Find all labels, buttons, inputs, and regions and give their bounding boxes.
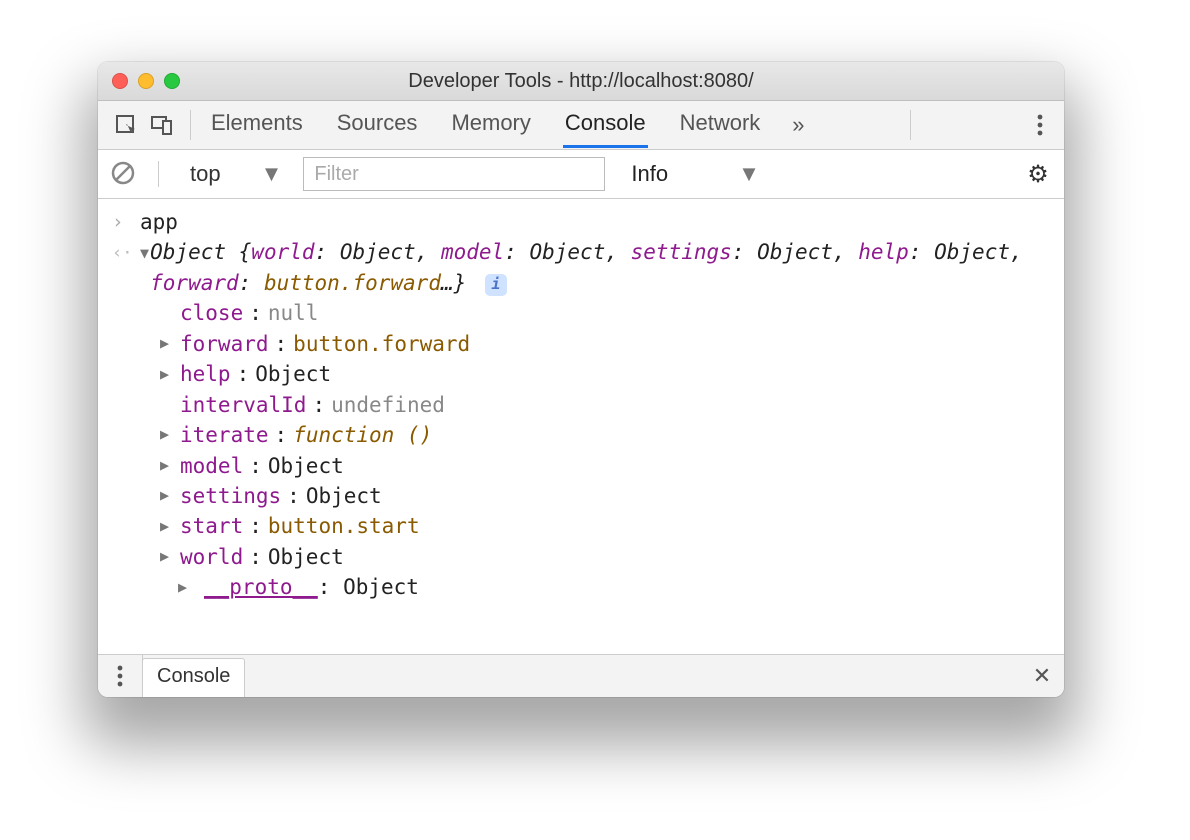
tab-elements[interactable]: Elements [209,102,305,148]
object-property-row[interactable]: intervalId: undefined [160,390,1050,420]
devtools-window: Developer Tools - http://localhost:8080/… [98,62,1064,697]
info-badge-icon[interactable]: i [485,274,507,296]
window-title: Developer Tools - http://localhost:8080/ [98,70,1064,93]
separator [910,110,911,140]
property-key: close [180,298,243,328]
expand-icon[interactable]: ▶ [160,485,174,507]
property-key: iterate [180,420,269,450]
property-value: Object [268,451,344,481]
expand-icon[interactable]: ▶ [160,455,174,477]
property-value: button.start [268,511,420,541]
proto-value: Object [343,575,419,599]
object-summary[interactable]: Object {world: Object, model: Object, se… [150,237,1050,298]
tab-network[interactable]: Network [678,102,763,148]
clear-console-icon[interactable] [110,160,138,188]
object-property-row[interactable]: ▶help: Object [160,359,1050,389]
separator [190,110,191,140]
log-level-selector[interactable]: Info ▼ [631,161,759,187]
tab-memory[interactable]: Memory [449,102,532,148]
filter-input[interactable] [303,157,605,191]
console-toolbar: top ▼ Info ▼ ⚙ [98,150,1064,199]
property-key: world [180,542,243,572]
log-level-label: Info [631,161,668,187]
object-properties: close: null▶forward: button.forward▶help… [112,298,1050,572]
property-key: start [180,511,243,541]
expand-icon[interactable]: ▶ [160,364,174,386]
property-key: help [180,359,231,389]
minimize-window-button[interactable] [138,73,154,89]
tab-sources[interactable]: Sources [335,102,420,148]
object-property-row[interactable]: ▶start: button.start [160,511,1050,541]
prompt-icon: › [112,207,140,237]
property-key: settings [180,481,281,511]
device-toolbar-icon[interactable] [144,107,180,143]
dropdown-icon: ▼ [738,161,760,187]
settings-kebab-icon[interactable] [1026,111,1054,139]
object-property-row[interactable]: ▶world: Object [160,542,1050,572]
drawer-kebab-icon[interactable] [98,655,143,697]
object-proto-row[interactable]: ▶ __proto__: Object [112,572,1050,602]
expand-icon[interactable]: ▶ [160,546,174,568]
zoom-window-button[interactable] [164,73,180,89]
console-output: › app ‹· ▼ Object {world: Object, model:… [98,199,1064,654]
property-value: null [268,298,319,328]
dropdown-icon: ▼ [261,161,283,187]
console-input-row: › app [112,207,1050,237]
drawer-tab-console[interactable]: Console [142,658,245,697]
property-value: function () [293,420,432,450]
return-icon: ‹· [112,243,132,263]
object-property-row[interactable]: ▶iterate: function () [160,420,1050,450]
expand-icon[interactable]: ▶ [160,333,174,355]
close-window-button[interactable] [112,73,128,89]
main-tabbar: Elements Sources Memory Console Network … [98,101,1064,150]
console-settings-icon[interactable]: ⚙ [1024,160,1052,188]
expand-icon[interactable]: ▶ [178,577,192,599]
traffic-lights [112,73,180,89]
drawer-bar: Console ✕ [98,654,1064,697]
titlebar: Developer Tools - http://localhost:8080/ [98,62,1064,101]
property-value: Object [255,359,331,389]
context-label: top [190,161,221,187]
console-result-row[interactable]: ‹· ▼ Object {world: Object, model: Objec… [112,237,1050,298]
object-property-row[interactable]: close: null [160,298,1050,328]
context-selector[interactable]: top ▼ [179,155,293,193]
expand-toggle-icon[interactable]: ▼ [140,237,150,265]
expand-icon[interactable]: ▶ [160,516,174,538]
console-input-text[interactable]: app [140,207,178,237]
object-property-row[interactable]: ▶forward: button.forward [160,329,1050,359]
proto-key: __proto__ [204,575,318,599]
object-property-row[interactable]: ▶model: Object [160,451,1050,481]
property-key: intervalId [180,390,306,420]
more-tabs-icon[interactable]: » [792,112,804,138]
separator [158,161,159,187]
close-drawer-icon[interactable]: ✕ [1020,655,1064,697]
expand-icon[interactable]: ▶ [160,424,174,446]
object-property-row[interactable]: ▶settings: Object [160,481,1050,511]
property-value: Object [268,542,344,572]
property-value: undefined [331,390,445,420]
property-value: button.forward [293,329,470,359]
inspect-element-icon[interactable] [108,107,144,143]
property-key: model [180,451,243,481]
property-key: forward [180,329,269,359]
property-value: Object [306,481,382,511]
tab-console[interactable]: Console [563,102,648,148]
panel-tabs: Elements Sources Memory Console Network [209,102,762,148]
